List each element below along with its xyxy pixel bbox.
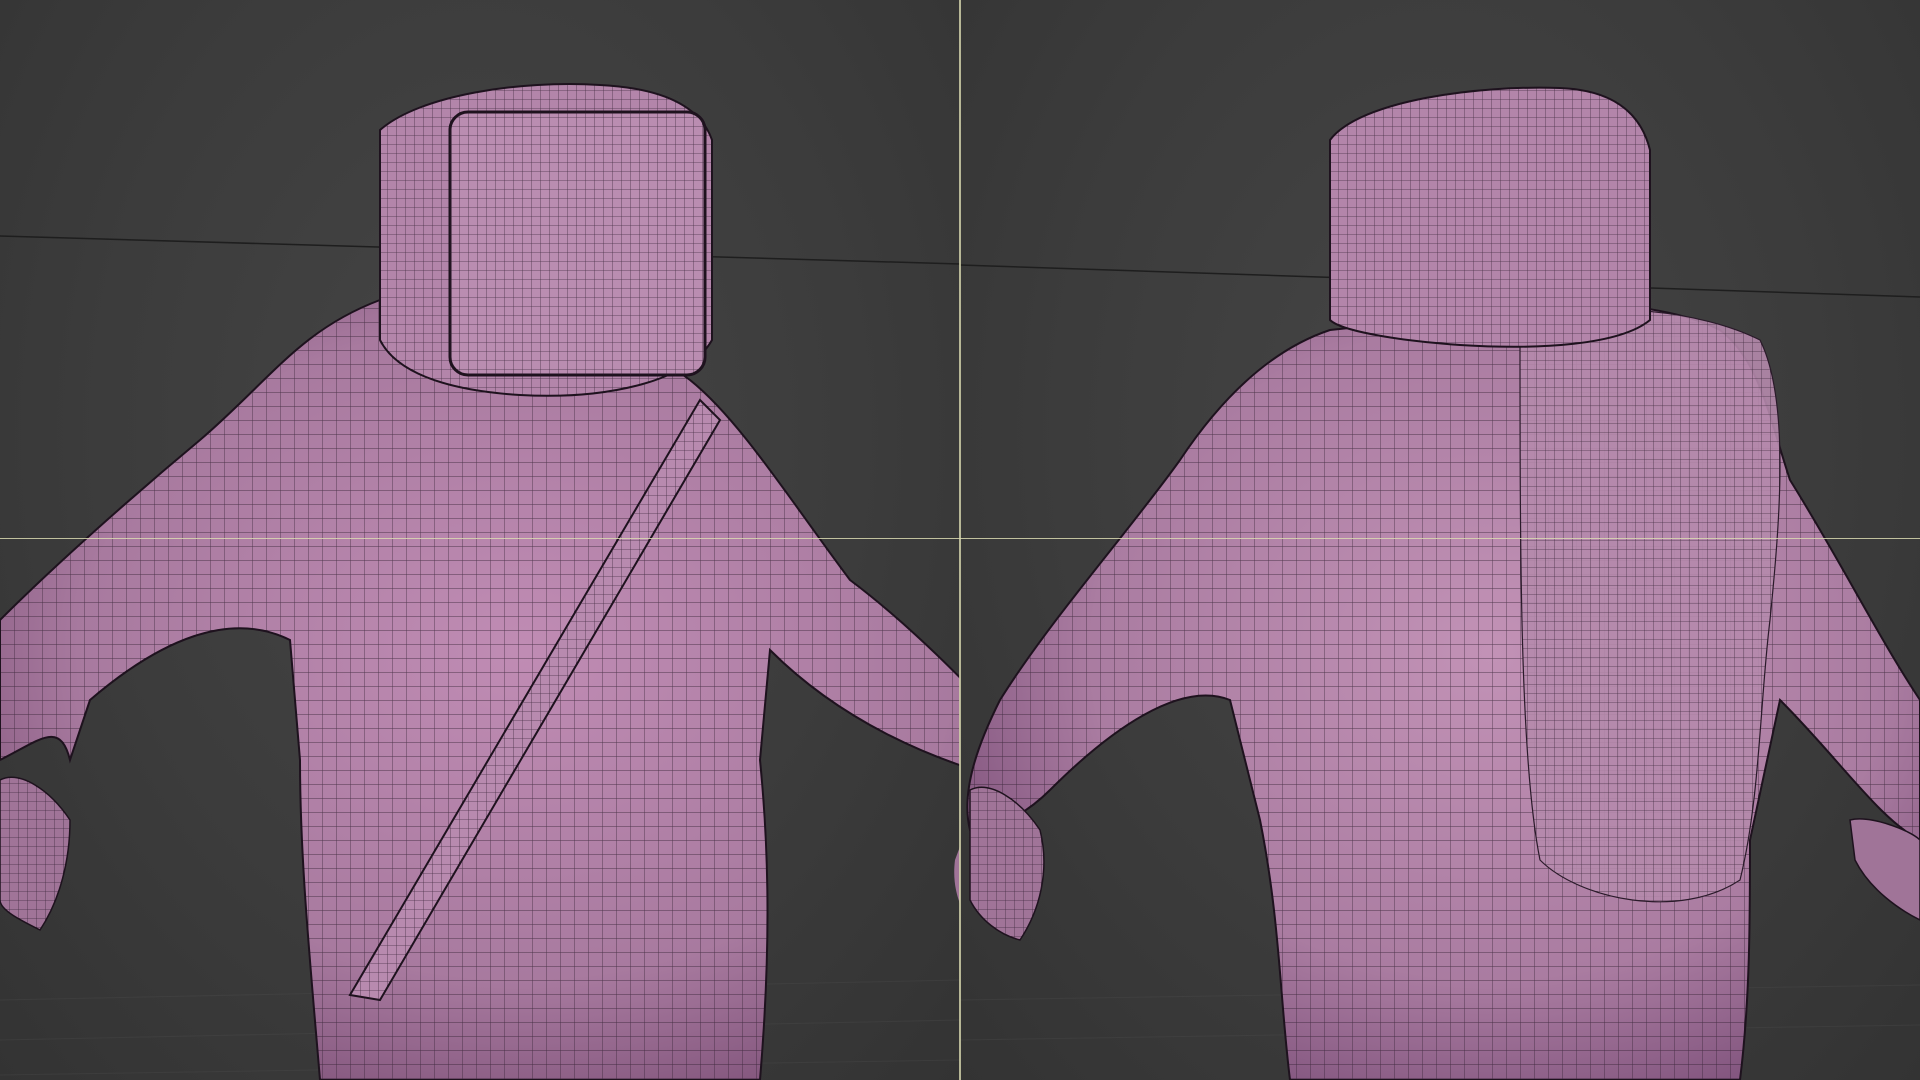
hazmat-suit-back	[966, 86, 1920, 1080]
hazmat-suit-front	[0, 83, 960, 1080]
viewport-divider[interactable]	[959, 0, 961, 1080]
viewport-back[interactable]	[960, 0, 1920, 1080]
horizontal-guide-line	[0, 538, 1920, 539]
back-view-canvas	[960, 86, 1920, 1080]
split-viewport[interactable]	[0, 0, 1920, 1080]
viewport-front[interactable]	[0, 0, 960, 1080]
back-right-glove	[1849, 818, 1920, 921]
front-view-canvas	[0, 83, 960, 1080]
